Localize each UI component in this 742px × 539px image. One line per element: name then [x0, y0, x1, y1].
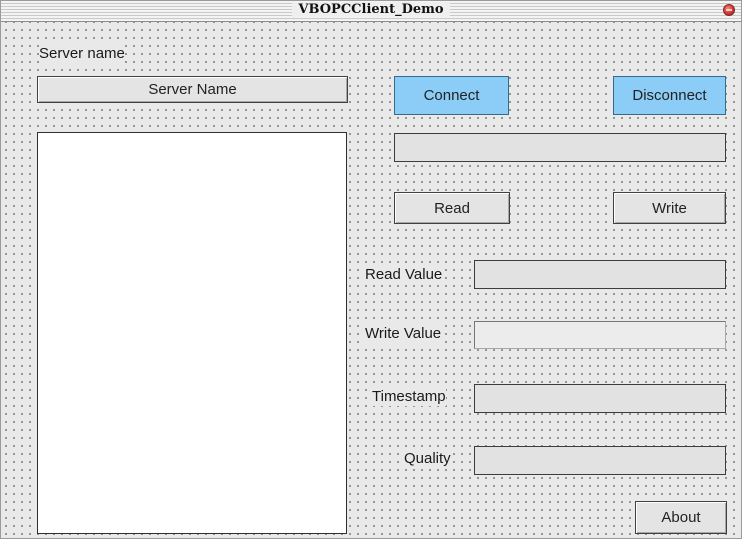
connect-button[interactable]: Connect: [394, 76, 509, 115]
write-value-input[interactable]: [474, 321, 726, 349]
write-value-label: Write Value: [365, 325, 442, 343]
server-list[interactable]: [37, 132, 347, 534]
title-bar[interactable]: VBOPCClient_Demo: [1, 1, 741, 22]
read-value-label: Read Value: [365, 266, 443, 284]
connection-status-field: [394, 133, 726, 162]
quality-label: Quality: [404, 450, 451, 468]
write-button[interactable]: Write: [613, 192, 726, 224]
window-title: VBOPCClient_Demo: [1, 2, 741, 17]
read-button[interactable]: Read: [394, 192, 510, 224]
close-icon[interactable]: [723, 4, 735, 16]
server-name-label: Server name: [39, 45, 125, 63]
disconnect-button[interactable]: Disconnect: [613, 76, 726, 115]
timestamp-field: [474, 384, 726, 413]
about-button[interactable]: About: [635, 501, 727, 534]
timestamp-label: Timestamp: [372, 388, 446, 406]
quality-field: [474, 446, 726, 475]
read-value-field: [474, 260, 726, 289]
main-window: VBOPCClient_Demo Server name Server Name…: [0, 0, 742, 539]
server-name-button[interactable]: Server Name: [37, 76, 348, 103]
